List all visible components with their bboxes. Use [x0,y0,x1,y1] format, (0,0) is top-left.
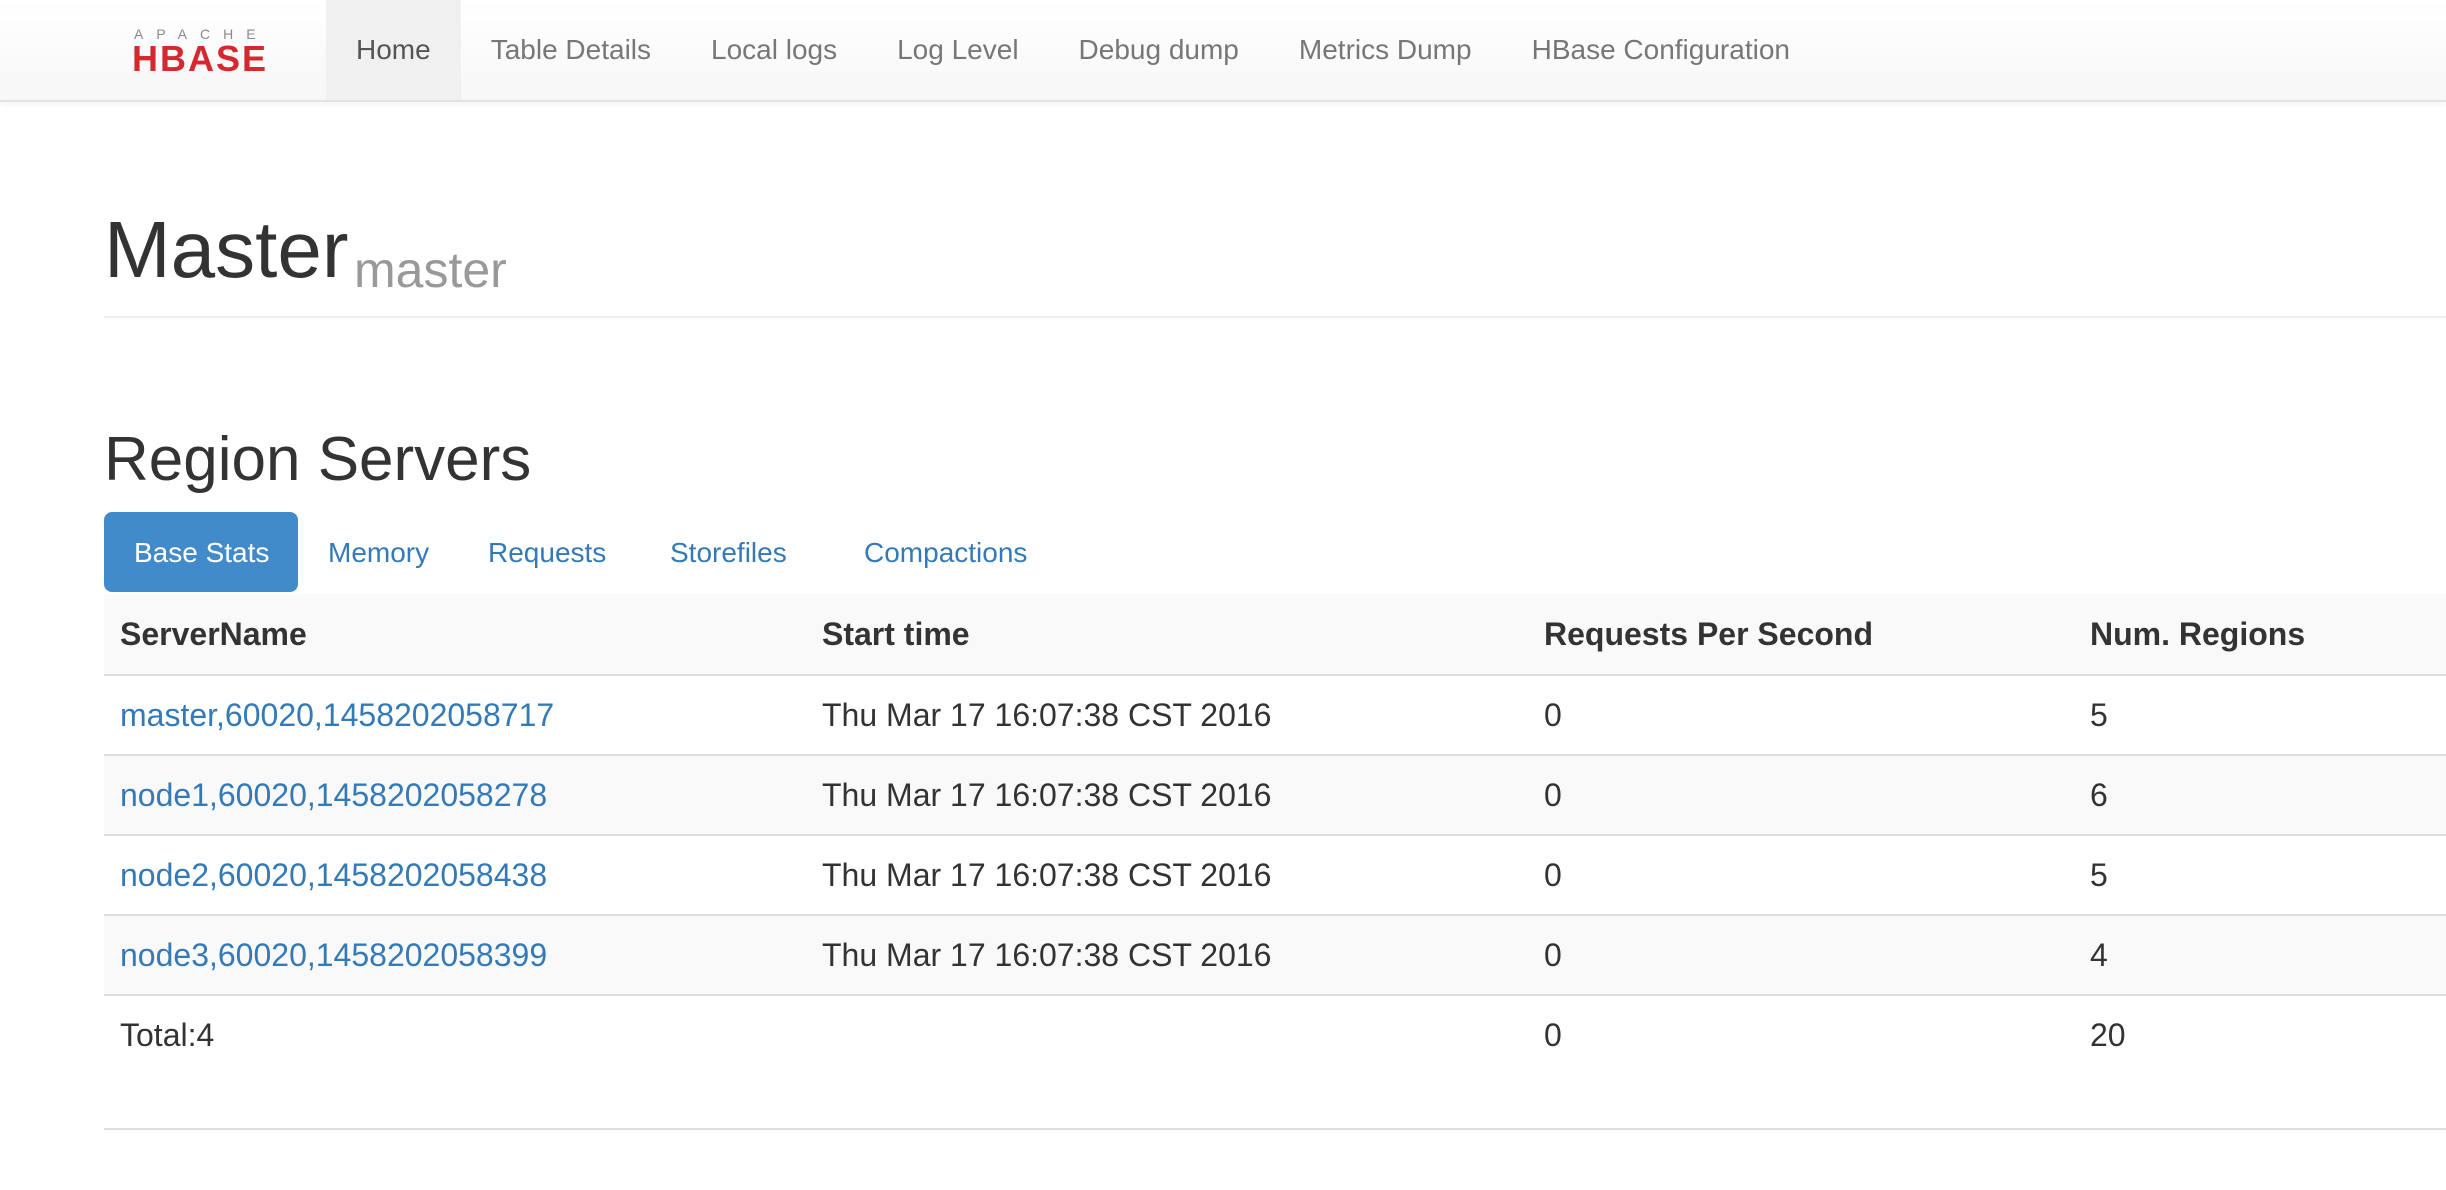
table-row: node1,60020,1458202058278 Thu Mar 17 16:… [104,754,2446,835]
regions-cell: 4 [2074,914,2446,995]
table-row: node2,60020,1458202058438 Thu Mar 17 16:… [104,834,2446,915]
page-subtitle: master [354,242,507,298]
region-servers-tabs: Base Stats Memory Requests Storefiles Co… [104,512,2446,596]
page-header: Master master [104,190,2446,318]
section-title-region-servers: Region Servers [104,425,532,494]
tab-memory[interactable]: Memory [312,512,445,592]
hbase-logo[interactable]: APACHE HBASE [132,26,296,72]
nav-menu: Home Table Details Local logs Log Level … [326,0,1820,100]
nav-home[interactable]: Home [326,0,461,100]
total-label: Total:4 [104,994,806,1074]
start-time-cell: Thu Mar 17 16:07:38 CST 2016 [806,754,1528,835]
tab-compactions[interactable]: Compactions [848,512,1043,592]
rps-cell: 0 [1528,914,2074,995]
nav-hbase-configuration[interactable]: HBase Configuration [1502,0,1820,100]
server-link[interactable]: node2,60020,1458202058438 [120,857,547,893]
table-header-row: ServerName Start time Requests Per Secon… [104,594,2446,675]
section-divider [104,1128,2446,1130]
total-start-cell [806,994,1528,1074]
tab-requests[interactable]: Requests [472,512,622,592]
nav-log-level[interactable]: Log Level [867,0,1048,100]
total-regions-cell: 20 [2074,994,2446,1074]
total-rps-cell: 0 [1528,994,2074,1074]
column-header-start-time: Start time [822,615,970,652]
tab-base-stats[interactable]: Base Stats [104,512,298,592]
table-row: master,60020,1458202058717 Thu Mar 17 16… [104,674,2446,755]
column-header-num-regions: Num. Regions [2090,615,2306,652]
nav-table-details[interactable]: Table Details [461,0,681,100]
start-time-cell: Thu Mar 17 16:07:38 CST 2016 [806,914,1528,995]
column-header-servername: ServerName [120,615,307,652]
table-total-row: Total:4 0 20 [104,994,2446,1074]
start-time-cell: Thu Mar 17 16:07:38 CST 2016 [806,674,1528,755]
start-time-cell: Thu Mar 17 16:07:38 CST 2016 [806,834,1528,915]
page-title: Master [104,205,349,294]
server-link[interactable]: master,60020,1458202058717 [120,697,554,733]
region-servers-table: ServerName Start time Requests Per Secon… [104,594,2446,1074]
regions-cell: 5 [2074,834,2446,915]
table-row: node3,60020,1458202058399 Thu Mar 17 16:… [104,914,2446,995]
top-navbar: APACHE HBASE Home Table Details Local lo… [0,0,2446,102]
rps-cell: 0 [1528,754,2074,835]
server-link[interactable]: node1,60020,1458202058278 [120,777,547,813]
rps-cell: 0 [1528,834,2074,915]
server-link[interactable]: node3,60020,1458202058399 [120,937,547,973]
tab-storefiles[interactable]: Storefiles [654,512,803,592]
logo-hbase-text: HBASE [132,38,268,72]
regions-cell: 6 [2074,754,2446,835]
column-header-requests-per-second: Requests Per Second [1544,615,1873,652]
nav-debug-dump[interactable]: Debug dump [1049,0,1269,100]
regions-cell: 5 [2074,674,2446,755]
nav-local-logs[interactable]: Local logs [681,0,867,100]
rps-cell: 0 [1528,674,2074,755]
nav-metrics-dump[interactable]: Metrics Dump [1269,0,1502,100]
